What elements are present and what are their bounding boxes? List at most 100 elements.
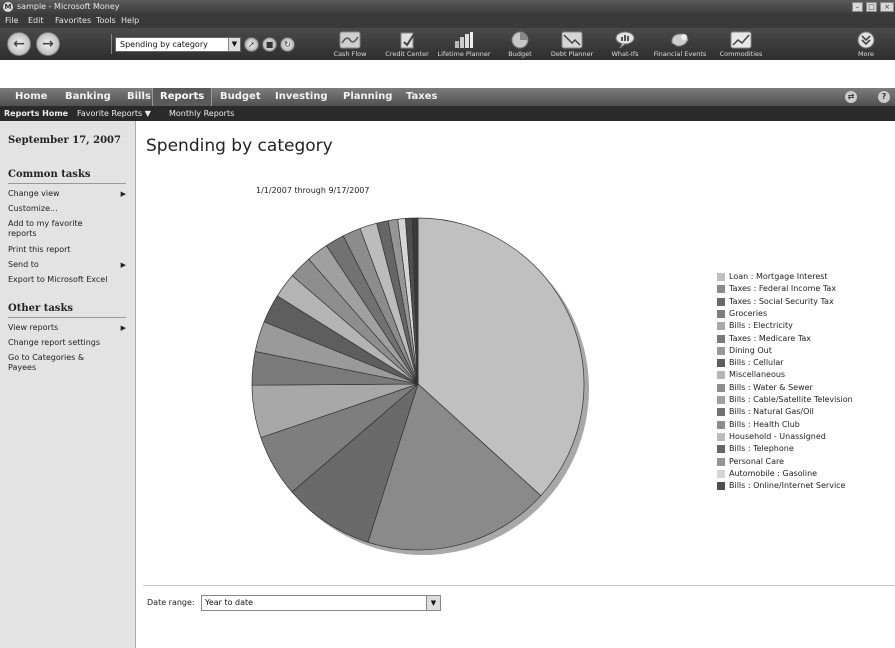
legend-label: Bills : Health Club	[729, 419, 800, 429]
send-to-label: Send to	[8, 260, 39, 269]
legend-label: Bills : Water & Sewer	[729, 382, 813, 392]
report-area: Spending by category 1/1/2007 through 9/…	[137, 121, 895, 648]
legend-swatch	[717, 297, 725, 306]
maximize-icon[interactable]: □	[866, 2, 877, 12]
credit-center-icon	[400, 32, 415, 49]
what-ifs-button[interactable]: What-Ifs	[595, 29, 655, 60]
legend-swatch	[717, 334, 725, 343]
refresh-icon[interactable]: ↻	[280, 37, 295, 52]
legend-swatch	[717, 371, 725, 380]
forward-button[interactable]: →	[36, 32, 60, 56]
lifetime-planner-button[interactable]: Lifetime Planner	[434, 29, 494, 60]
legend-swatch	[717, 383, 725, 392]
monthly-reports-link[interactable]: Monthly Reports	[169, 106, 234, 121]
tab-reports[interactable]: Reports	[152, 88, 213, 106]
report-date-range-text: 1/1/2007 through 9/17/2007	[256, 186, 370, 195]
reports-subnav: Reports Home Favorite Reports ▼ Monthly …	[0, 106, 895, 121]
more-button[interactable]: More	[838, 29, 894, 60]
send-to-link[interactable]: Send to ▶	[8, 260, 126, 270]
favorite-reports-link[interactable]: Favorite Reports ▼	[77, 106, 151, 121]
view-reports-link[interactable]: View reports ▶	[8, 323, 126, 333]
tab-home[interactable]: Home	[8, 88, 54, 106]
legend-label: Household - Unassigned	[729, 431, 826, 441]
legend-label: Loan : Mortgage Interest	[729, 272, 828, 281]
sidebar-date: September 17, 2007	[8, 135, 121, 146]
change-view-link[interactable]: Change view ▶	[8, 189, 126, 199]
menu-file[interactable]: File	[5, 14, 18, 28]
financial-events-button[interactable]: Financial Events	[650, 29, 710, 60]
title-bar: M sample - Microsoft Money – □ ×	[0, 0, 895, 14]
legend-swatch	[717, 457, 725, 466]
cash-flow-label: Cash Flow	[333, 50, 367, 58]
legend-swatch	[717, 396, 725, 404]
legend-swatch	[717, 322, 725, 331]
cash-flow-button[interactable]: Cash Flow	[320, 29, 380, 60]
toolbar: ← → Spending by category ▼ ➚ ■ ↻ Cash Fl…	[0, 28, 895, 60]
sync-icon[interactable]: ⇄	[845, 91, 857, 103]
stop-icon[interactable]: ■	[262, 37, 277, 52]
tab-budget[interactable]: Budget	[213, 88, 268, 106]
credit-center-button[interactable]: Credit Center	[377, 29, 437, 60]
legend-label: Groceries	[729, 308, 768, 318]
commodities-chart-icon	[730, 31, 752, 49]
lifetime-planner-label: Lifetime Planner	[437, 50, 491, 58]
what-ifs-icon	[615, 31, 635, 49]
budget-pie-icon	[511, 31, 529, 49]
menu-favorites[interactable]: Favorites	[55, 14, 91, 28]
legend-swatch	[717, 482, 725, 491]
go-icon[interactable]: ➚	[244, 37, 259, 52]
more-label: More	[857, 50, 875, 58]
menu-edit[interactable]: Edit	[28, 14, 44, 28]
debt-planner-button[interactable]: Debt Planner	[542, 29, 602, 60]
window-title: sample - Microsoft Money	[17, 2, 120, 11]
chevron-down-icon[interactable]: ▼	[228, 38, 240, 51]
report-select[interactable]: Spending by category ▼	[115, 37, 241, 52]
date-range-label: Date range:	[147, 598, 195, 607]
close-icon[interactable]: ×	[880, 2, 894, 12]
back-button[interactable]: ←	[7, 32, 31, 56]
help-icon[interactable]: ?	[878, 91, 890, 103]
submenu-arrow-icon: ▶	[120, 190, 126, 198]
legend-label: Bills : Cable/Satellite Television	[729, 395, 853, 404]
legend-swatch	[717, 346, 725, 355]
categories-payees-link[interactable]: Go to Categories & Payees	[8, 353, 98, 373]
legend-swatch	[717, 285, 725, 294]
date-range-select[interactable]: Year to date ▼	[201, 595, 441, 611]
money-app-icon: M	[3, 2, 13, 12]
menu-tools[interactable]: Tools	[96, 14, 116, 28]
budget-label: Budget	[508, 50, 532, 58]
tab-planning[interactable]: Planning	[336, 88, 399, 106]
minimize-icon[interactable]: –	[852, 2, 863, 12]
budget-button[interactable]: Budget	[490, 29, 550, 60]
more-chevron-icon	[857, 31, 875, 49]
tab-banking[interactable]: Banking	[58, 88, 118, 106]
legend-label: Bills : Online/Internet Service	[729, 481, 846, 491]
legend-label: Taxes : Social Security Tax	[729, 296, 834, 306]
add-to-favorites-link[interactable]: Add to my favorite reports	[8, 219, 108, 239]
bar-chart-icon	[455, 32, 473, 48]
legend-swatch	[717, 273, 725, 281]
legend-label: Miscellaneous	[729, 370, 786, 380]
divider	[8, 317, 126, 318]
divider	[8, 183, 126, 184]
menu-help[interactable]: Help	[121, 14, 139, 28]
chevron-down-icon[interactable]: ▼	[426, 596, 440, 610]
tab-investing[interactable]: Investing	[268, 88, 335, 106]
tab-taxes[interactable]: Taxes	[399, 88, 444, 106]
export-excel-link[interactable]: Export to Microsoft Excel	[8, 275, 126, 285]
legend-label: Bills : Electricity	[729, 321, 793, 331]
legend-swatch	[717, 309, 725, 318]
legend-swatch	[717, 469, 725, 478]
reports-home-link[interactable]: Reports Home	[4, 106, 68, 121]
print-report-link[interactable]: Print this report	[8, 245, 126, 255]
commodities-button[interactable]: Commodities	[711, 29, 771, 60]
commodities-label: Commodities	[719, 50, 763, 58]
legend-label: Taxes : Federal Income Tax	[729, 284, 837, 294]
customize-link[interactable]: Customize...	[8, 204, 126, 214]
financial-events-label: Financial Events	[653, 50, 707, 58]
legend-label: Bills : Cellular	[729, 358, 784, 368]
change-report-settings-link[interactable]: Change report settings	[8, 338, 126, 348]
credit-center-label: Credit Center	[385, 50, 429, 58]
cash-flow-icon	[339, 31, 361, 49]
divider	[143, 585, 895, 586]
